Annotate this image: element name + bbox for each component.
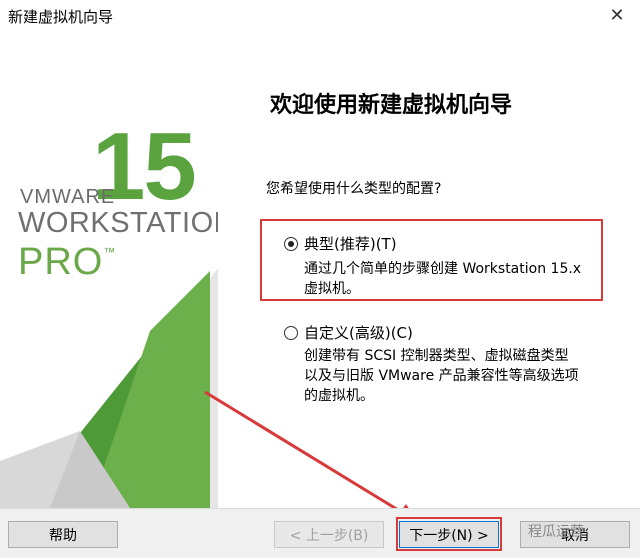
close-icon: ✕ — [609, 5, 625, 26]
option-typical-label[interactable]: 典型(推荐)(T) — [304, 233, 397, 254]
pro-text: PRO™ — [18, 241, 116, 284]
option-typical-desc: 通过几个简单的步骤创建 Workstation 15.x 虚拟机。 — [304, 259, 581, 299]
help-button[interactable]: 帮助 — [8, 521, 118, 548]
green-triangle-light — [90, 271, 210, 508]
wizard-content: 欢迎使用新建虚拟机向导 您希望使用什么类型的配置? 典型(推荐)(T) 通过几个… — [218, 31, 640, 508]
radio-custom[interactable] — [284, 326, 298, 340]
brand-panel: 15 VMWARE WORKSTATION PRO™ — [0, 31, 218, 508]
desc-line: 创建带有 SCSI 控制器类型、虚拟磁盘类型 — [304, 348, 569, 364]
pro-label: PRO — [18, 241, 104, 283]
option-custom-desc: 创建带有 SCSI 控制器类型、虚拟磁盘类型 以及与旧版 VMware 产品兼容… — [304, 346, 579, 406]
desc-line: 通过几个简单的步骤创建 Workstation 15.x — [304, 261, 582, 277]
trademark: ™ — [103, 245, 117, 259]
desc-line: 的虚拟机。 — [304, 388, 374, 404]
page-title: 欢迎使用新建虚拟机向导 — [270, 92, 513, 118]
option-custom-label[interactable]: 自定义(高级)(C) — [304, 322, 413, 343]
window-title: 新建虚拟机向导 — [8, 8, 114, 26]
workstation-text: WORKSTATION — [18, 207, 218, 239]
vmware-logo-text: VMWARE — [20, 186, 116, 208]
desc-line: 虚拟机。 — [304, 281, 360, 297]
highlight-box-next — [396, 517, 502, 551]
title-bar: 新建虚拟机向导 ✕ — [0, 0, 640, 31]
desc-line: 以及与旧版 VMware 产品兼容性等高级选项 — [304, 368, 579, 384]
config-question: 您希望使用什么类型的配置? — [266, 181, 442, 197]
radio-typical[interactable] — [284, 237, 298, 251]
back-button[interactable]: < 上一步(B) — [274, 521, 384, 548]
watermark: 程瓜运营 — [528, 524, 584, 540]
close-button[interactable]: ✕ — [594, 0, 640, 31]
